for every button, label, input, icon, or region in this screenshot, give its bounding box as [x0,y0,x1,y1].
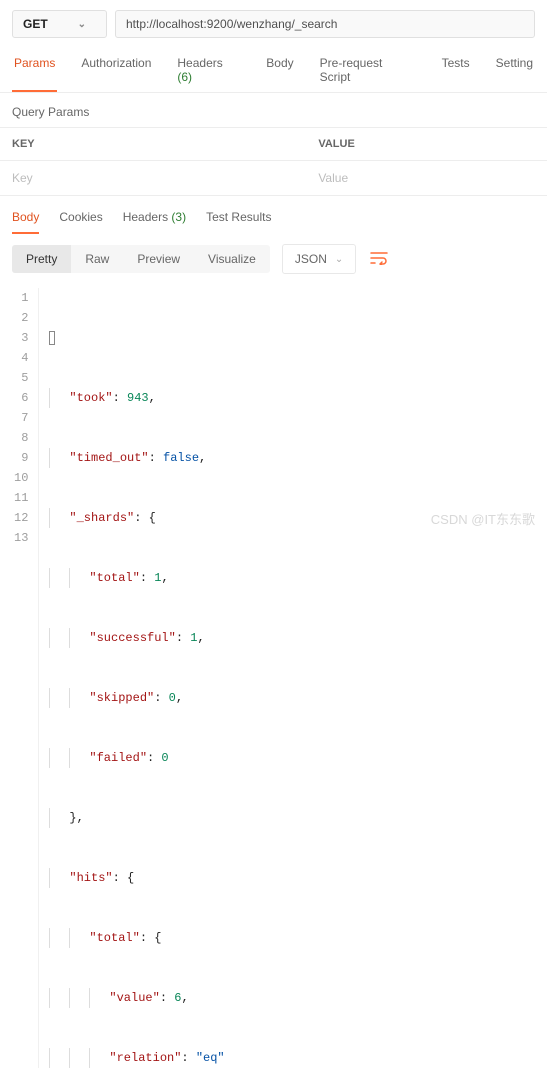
view-toolbar: Pretty Raw Preview Visualize JSON ⌄ [0,234,547,284]
format-select[interactable]: JSON ⌄ [282,244,356,274]
view-preview[interactable]: Preview [123,245,194,273]
rtab-test-results[interactable]: Test Results [206,210,271,234]
key-cell[interactable]: Key [0,161,306,196]
rtab-cookies[interactable]: Cookies [59,210,102,234]
tab-settings[interactable]: Setting [494,48,535,92]
value-cell[interactable]: Value [306,161,547,196]
response-body: 12345678910111213 "took": 943, "timed_ou… [0,284,547,1068]
chevron-down-icon: ⌄ [335,254,343,265]
wrap-lines-icon[interactable] [370,251,388,268]
chevron-down-icon: ⌄ [78,19,86,30]
http-method-label: GET [23,17,48,31]
tab-params[interactable]: Params [12,48,57,92]
code-content[interactable]: "took": 943, "timed_out": false, "_shard… [39,288,224,1068]
rtab-headers[interactable]: Headers (3) [123,210,186,234]
request-tabs: Params Authorization Headers (6) Body Pr… [0,48,547,93]
query-params-title: Query Params [0,93,547,127]
tab-tests[interactable]: Tests [440,48,472,92]
tab-prerequest[interactable]: Pre-request Script [318,48,418,92]
http-method-select[interactable]: GET ⌄ [12,10,107,38]
line-gutter: 12345678910111213 [0,288,39,1068]
view-visualize[interactable]: Visualize [194,245,270,273]
col-header-value: VALUE [306,128,547,161]
tab-headers[interactable]: Headers (6) [175,48,242,92]
tab-authorization[interactable]: Authorization [79,48,153,92]
response-tabs: Body Cookies Headers (3) Test Results [0,196,547,234]
tab-body[interactable]: Body [264,48,295,92]
table-row[interactable]: Key Value [0,161,547,196]
col-header-key: KEY [0,128,306,161]
rtab-body[interactable]: Body [12,210,39,234]
view-raw[interactable]: Raw [71,245,123,273]
query-params-table: KEY VALUE Key Value [0,127,547,196]
view-pretty[interactable]: Pretty [12,245,71,273]
url-input[interactable] [115,10,535,38]
